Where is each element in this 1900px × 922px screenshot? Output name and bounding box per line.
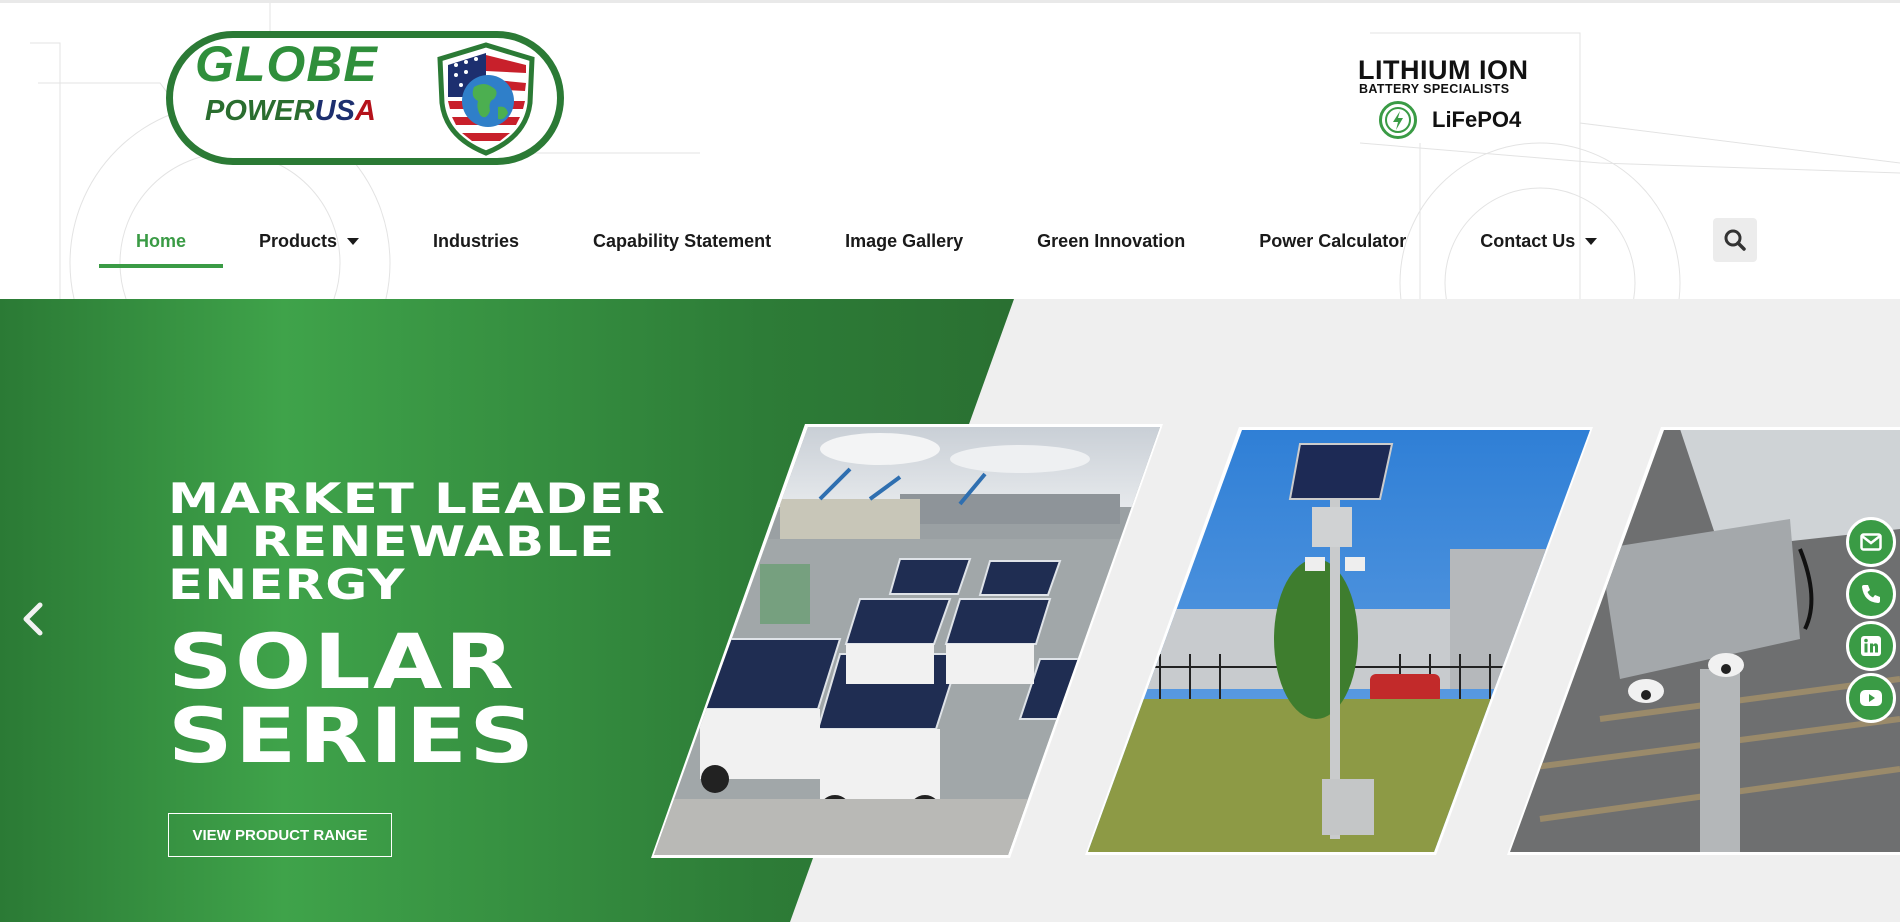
logo-text-a: A [354,95,376,127]
linkedin-button[interactable] [1846,621,1896,671]
nav-item-label: Power Calculator [1259,230,1407,251]
nav-item-label: Industries [433,230,520,251]
view-product-range-button[interactable]: VIEW PRODUCT RANGE [168,813,392,857]
nav-item-industries[interactable]: Industries [433,216,519,266]
youtube-icon [1860,690,1882,706]
nav-item-capability-statement[interactable]: Capability Statement [593,216,771,266]
hero-headline-line-2: SERIES [168,691,537,780]
phone-icon [1862,585,1880,603]
logo-text-power: POWER [205,95,315,127]
hero-line-3: ENERGY [168,560,406,609]
nav-item-home[interactable]: Home [99,216,223,268]
nav-item-contact-us[interactable]: Contact Us [1480,216,1598,266]
chevron-down-icon [1585,237,1598,245]
nav-item-label: Home [135,230,186,251]
hero-line-2: IN RENEWABLE [168,517,616,566]
nav-item-label: Products [259,230,338,251]
search-button[interactable] [1713,218,1757,262]
usa-globe-shield-icon [437,42,535,156]
linkedin-icon [1861,636,1881,656]
nav-item-green-innovation[interactable]: Green Innovation [1037,216,1185,266]
hero-headline: SOLAR SERIES [168,617,537,780]
nav-item-label: Green Innovation [1037,230,1186,251]
nav-item-label: Contact Us [1480,230,1576,251]
lithium-ion-badge: LITHIUM ION BATTERY SPECIALISTS LiFePO4 [1352,55,1560,145]
email-icon [1860,533,1882,551]
hero-slider: MARKET LEADER IN RENEWABLE ENERGY SOLAR … [0,299,1900,922]
nav-item-power-calculator[interactable]: Power Calculator [1259,216,1406,266]
logo-text-us: US [314,95,355,127]
chevron-left-icon[interactable] [18,599,50,639]
hero-tagline: MARKET LEADER IN RENEWABLE ENERGY [168,477,665,606]
badge-subtitle: BATTERY SPECIALISTS [1359,82,1510,96]
hero-line-1: MARKET LEADER [168,474,666,523]
badge-chemistry: LiFePO4 [1432,107,1522,132]
main-nav: Home Products Industries Capability Stat… [99,216,1598,268]
chevron-down-icon [347,237,360,245]
email-button[interactable] [1846,517,1896,567]
phone-button[interactable] [1846,569,1896,619]
youtube-button[interactable] [1846,673,1896,723]
charging-bolt-icon [1379,101,1417,139]
nav-item-image-gallery[interactable]: Image Gallery [845,216,963,266]
logo-text-powerusa: POWERUSA [205,95,376,127]
nav-item-label: Image Gallery [845,230,964,251]
badge-title: LITHIUM ION [1358,55,1529,85]
nav-item-products[interactable]: Products [259,216,360,266]
logo-text-globe: GLOBE [195,36,378,92]
search-icon [1724,229,1746,251]
hero-headline-line-1: SOLAR [168,617,517,706]
site-header: GLOBE POWERUSA LITHIUM ION BATTERY SPECI… [0,0,1900,299]
solar-pole-photo [1088,430,1590,852]
nav-item-label: Capability Statement [593,230,772,251]
